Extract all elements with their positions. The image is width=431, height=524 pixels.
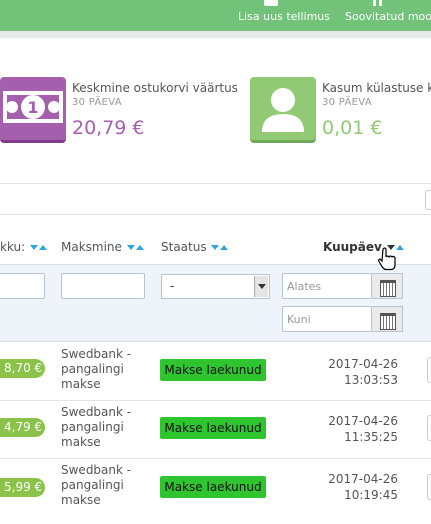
order-payment: Swedbank -pangalingi makse: [61, 347, 132, 391]
column-header-date-label: Kuupäev: [323, 240, 382, 254]
row-view-button[interactable]: [427, 474, 431, 500]
sort-asc-icon[interactable]: [396, 245, 405, 250]
panel-heading-divider: [0, 214, 431, 215]
order-status-badge: Makse laekunud: [160, 476, 266, 498]
order-total-badge: 5,99 €: [0, 478, 45, 497]
add-order-label: Lisa uus tellimus: [238, 10, 330, 23]
order-payment: Swedbank -pangalingi makse: [61, 405, 132, 449]
banknote-icon: 1: [0, 77, 66, 143]
order-payment: Swedbank -pangalingi makse: [61, 463, 132, 507]
row-view-button[interactable]: [427, 357, 431, 383]
row-separator: [0, 400, 431, 401]
column-header-total[interactable]: kku:: [0, 240, 48, 254]
column-header-payment[interactable]: Maksmine: [61, 240, 144, 254]
sort-desc-icon[interactable]: [30, 245, 39, 250]
order-date-time: 10:19:45: [344, 488, 398, 502]
calendar-icon[interactable]: [372, 273, 403, 299]
kpi-profit-period: 30 PÄEVA: [322, 97, 372, 108]
order-date-day: 2017-04-26: [328, 414, 398, 428]
kpi-avg-cart-title: Keskmine ostukorvi väärtus: [72, 81, 238, 95]
status-filter-value: -: [170, 279, 175, 293]
row-view-button[interactable]: [427, 415, 431, 441]
chevron-down-icon[interactable]: [254, 276, 268, 297]
kpi-avg-cart-period: 30 PÄEVA: [72, 97, 122, 108]
user-icon: [250, 77, 316, 143]
order-total-badge: 4,79 €: [0, 418, 45, 437]
toolbar-separator: [0, 31, 431, 38]
order-total-badge: 8,70 €: [0, 359, 45, 378]
date-from-input[interactable]: [282, 273, 372, 299]
svg-text:1: 1: [27, 98, 38, 117]
kpi-avg-cart-value: 20,79 €: [72, 117, 145, 139]
order-date: 2017-04-26 11:35:25: [290, 413, 398, 445]
sort-desc-icon[interactable]: [211, 245, 220, 250]
order-date-day: 2017-04-26: [328, 472, 398, 486]
order-date-time: 13:03:53: [344, 373, 398, 387]
column-header-payment-label: Maksmine: [61, 240, 122, 254]
kpi-profit-title: Kasum külastuse ko: [322, 81, 431, 95]
order-date: 2017-04-26 13:03:53: [290, 356, 398, 388]
top-toolbar: Lisa uus tellimus Soovitatud moo: [0, 0, 431, 31]
panel-divider: [0, 183, 431, 184]
panel-toggle[interactable]: [425, 190, 431, 210]
total-filter-input[interactable]: [0, 273, 45, 299]
order-status-badge: Makse laekunud: [160, 359, 266, 381]
order-status-badge: Makse laekunud: [160, 417, 266, 439]
sort-desc-icon[interactable]: [126, 245, 135, 250]
sort-asc-icon[interactable]: [220, 245, 229, 250]
payment-filter-input[interactable]: [61, 273, 145, 299]
date-to-input[interactable]: [282, 306, 372, 332]
recommended-modules-label: Soovitatud moo: [345, 10, 431, 23]
sort-asc-icon[interactable]: [135, 245, 144, 250]
column-header-total-label: kku:: [0, 240, 26, 254]
puzzle-icon: [373, 0, 382, 6]
status-filter-select[interactable]: -: [161, 274, 270, 299]
order-date-time: 11:35:25: [344, 430, 398, 444]
hand-cursor-icon: [378, 247, 396, 271]
sort-asc-icon[interactable]: [39, 245, 48, 250]
plus-icon: [264, 0, 278, 6]
calendar-icon[interactable]: [372, 306, 403, 332]
kpi-profit-value: 0,01 €: [322, 117, 383, 139]
column-header-status-label: Staatus: [161, 240, 207, 254]
order-date: 2017-04-26 10:19:45: [290, 471, 398, 503]
row-separator: [0, 458, 431, 459]
order-date-day: 2017-04-26: [328, 357, 398, 371]
column-header-status[interactable]: Staatus: [161, 240, 229, 254]
